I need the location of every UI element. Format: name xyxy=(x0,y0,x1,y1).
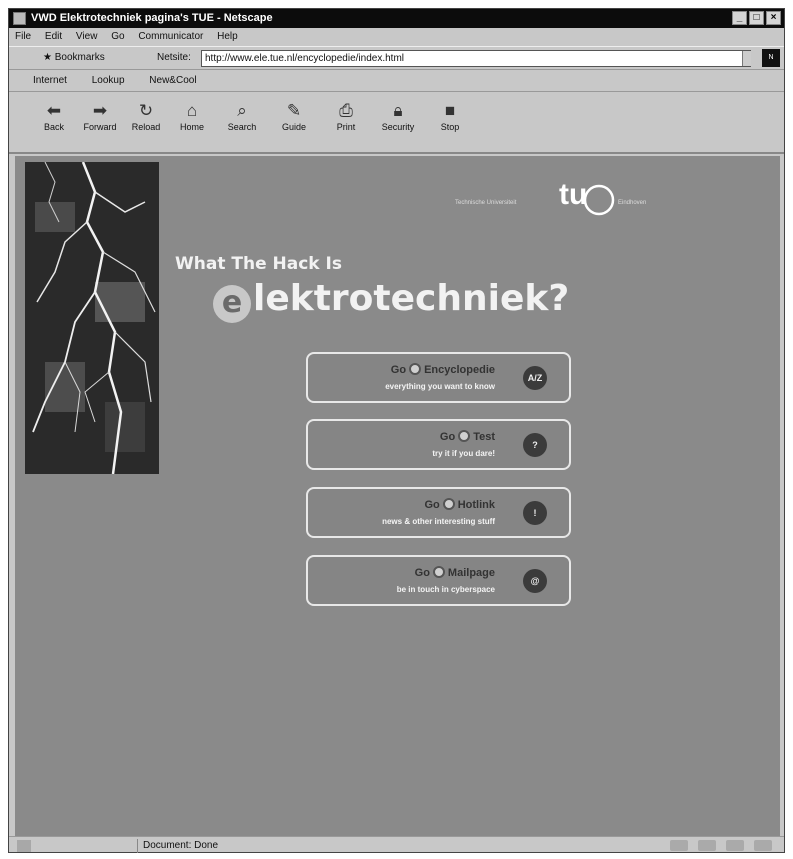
exclamation-badge-icon: ! xyxy=(523,501,547,525)
link-target: Test xyxy=(473,431,495,443)
guide-icon: ✎ xyxy=(286,101,302,120)
url-dropdown-icon[interactable] xyxy=(742,51,751,66)
menu-view[interactable]: View xyxy=(76,31,98,42)
link-title: Go Encyclopedie xyxy=(391,363,495,376)
personal-item-lookup[interactable]: Lookup xyxy=(92,75,125,86)
test-link[interactable]: Go Test try it if you dare! ? xyxy=(306,419,571,470)
home-button[interactable]: ⌂ Home xyxy=(171,100,213,132)
link-title: Go Test xyxy=(440,430,495,443)
security-label: Security xyxy=(381,122,415,132)
question-badge-icon: ? xyxy=(523,433,547,457)
mail-component-icon[interactable] xyxy=(698,840,716,851)
reload-button[interactable]: ↻ Reload xyxy=(125,100,167,132)
go-label: Go xyxy=(424,499,440,511)
link-subtitle: everything you want to know xyxy=(385,382,495,391)
e-circle-logo: e xyxy=(213,285,251,323)
menu-bar: File Edit View Go Communicator Help xyxy=(9,28,784,46)
menu-go[interactable]: Go xyxy=(111,31,124,42)
minimize-icon[interactable]: _ xyxy=(732,11,747,25)
link-target: Encyclopedie xyxy=(424,364,495,376)
navigation-toolbar: ⬅ Back ➡ Forward ↻ Reload ⌂ Home ⌕ Search ✎ Gu… xyxy=(9,92,784,154)
browser-window: VWD Elektrotechniek pagina's TUE - Netsc… xyxy=(8,8,785,853)
status-divider xyxy=(137,839,138,853)
hotlink-link[interactable]: Go Hotlink news & other interesting stuff… xyxy=(306,487,571,538)
link-target: Mailpage xyxy=(447,567,495,579)
title-bar: VWD Elektrotechniek pagina's TUE - Netsc… xyxy=(9,9,784,28)
home-label: Home xyxy=(179,122,204,132)
menu-help[interactable]: Help xyxy=(217,31,238,42)
menu-edit[interactable]: Edit xyxy=(45,31,62,42)
print-label: Print xyxy=(336,122,356,132)
search-label: Search xyxy=(227,122,257,132)
back-arrow-icon: ⬅ xyxy=(46,101,62,120)
tue-logo-right-text: Eindhoven xyxy=(618,200,647,206)
page-title: e lektrotechniek? xyxy=(213,278,569,323)
location-url-input[interactable]: http://www.ele.tue.nl/encyclopedie/index… xyxy=(201,50,751,67)
go-label: Go xyxy=(390,364,407,376)
bookmarks-label: Bookmarks xyxy=(54,52,105,63)
netscape-logo-icon[interactable]: N xyxy=(762,49,780,67)
link-title: Go Mailpage xyxy=(415,566,495,579)
go-dot-icon xyxy=(458,430,471,442)
link-title: Go Hotlink xyxy=(424,498,495,511)
link-subtitle: try it if you dare! xyxy=(432,449,495,458)
print-icon: ⎙ xyxy=(339,101,353,120)
close-icon[interactable]: × xyxy=(766,11,781,25)
composer-component-icon[interactable] xyxy=(754,840,772,851)
page-title-text: lektrotechniek? xyxy=(253,278,570,319)
status-text: Document: Done xyxy=(143,840,219,851)
security-lock-icon: 🔒︎ xyxy=(393,101,403,120)
lightning-image xyxy=(25,162,159,474)
back-label: Back xyxy=(43,122,64,132)
navigator-component-icon[interactable] xyxy=(670,840,688,851)
back-button[interactable]: ⬅ Back xyxy=(33,100,75,132)
go-dot-icon xyxy=(442,498,455,510)
security-button[interactable]: 🔒︎ Security xyxy=(377,100,419,132)
personal-item-newcool[interactable]: New&Cool xyxy=(149,75,196,86)
home-icon: ⌂ xyxy=(186,101,198,120)
link-subtitle: news & other interesting stuff xyxy=(382,517,495,526)
page-content: Technische Universiteit tu Eindhoven Wha… xyxy=(15,156,780,836)
encyclopedie-link[interactable]: Go Encyclopedie everything you want to kn… xyxy=(306,352,571,403)
reload-icon: ↻ xyxy=(138,101,154,120)
guide-label: Guide xyxy=(281,122,307,132)
forward-button[interactable]: ➡ Forward xyxy=(79,100,121,132)
netsite-label: Netsite: xyxy=(157,52,191,63)
component-bar xyxy=(670,840,772,851)
go-dot-icon xyxy=(432,566,445,578)
status-bar: Document: Done xyxy=(9,836,784,854)
bookmarks-button[interactable]: ★ Bookmarks xyxy=(43,52,105,63)
guide-button[interactable]: ✎ Guide xyxy=(273,100,315,132)
az-badge-icon: A/Z xyxy=(523,366,547,390)
at-badge-icon: @ xyxy=(523,569,547,593)
go-dot-icon xyxy=(409,363,422,375)
forward-label: Forward xyxy=(83,122,117,132)
page-subheading: What The Hack Is xyxy=(175,254,342,274)
stop-label: Stop xyxy=(440,122,460,132)
reload-label: Reload xyxy=(131,122,161,132)
stop-button[interactable]: ■ Stop xyxy=(429,100,471,132)
window-title: VWD Elektrotechniek pagina's TUE - Netsc… xyxy=(31,12,273,24)
search-icon: ⌕ xyxy=(237,101,247,120)
personal-toolbar: Internet Lookup New&Cool xyxy=(9,70,784,92)
go-label: Go xyxy=(439,431,456,443)
link-target: Hotlink xyxy=(457,499,495,511)
mailpage-link[interactable]: Go Mailpage be in touch in cyberspace @ xyxy=(306,555,571,606)
print-button[interactable]: ⎙ Print xyxy=(325,100,367,132)
go-label: Go xyxy=(414,567,430,579)
stop-icon: ■ xyxy=(444,101,456,120)
tue-logo-left-text: Technische Universiteit xyxy=(455,200,517,206)
security-status-icon[interactable] xyxy=(17,840,31,852)
menu-file[interactable]: File xyxy=(15,31,31,42)
forward-arrow-icon: ➡ xyxy=(92,101,108,120)
maximize-icon[interactable]: □ xyxy=(749,11,764,25)
personal-item-internet[interactable]: Internet xyxy=(33,75,67,86)
location-toolbar: ★ Bookmarks Netsite: http://www.ele.tue.… xyxy=(9,46,784,70)
discussion-component-icon[interactable] xyxy=(726,840,744,851)
menu-communicator[interactable]: Communicator xyxy=(138,31,203,42)
netscape-app-icon xyxy=(13,12,26,25)
search-button[interactable]: ⌕ Search xyxy=(221,100,263,132)
tue-logo-text: tu xyxy=(559,178,588,211)
link-subtitle: be in touch in cyberspace xyxy=(396,585,495,594)
